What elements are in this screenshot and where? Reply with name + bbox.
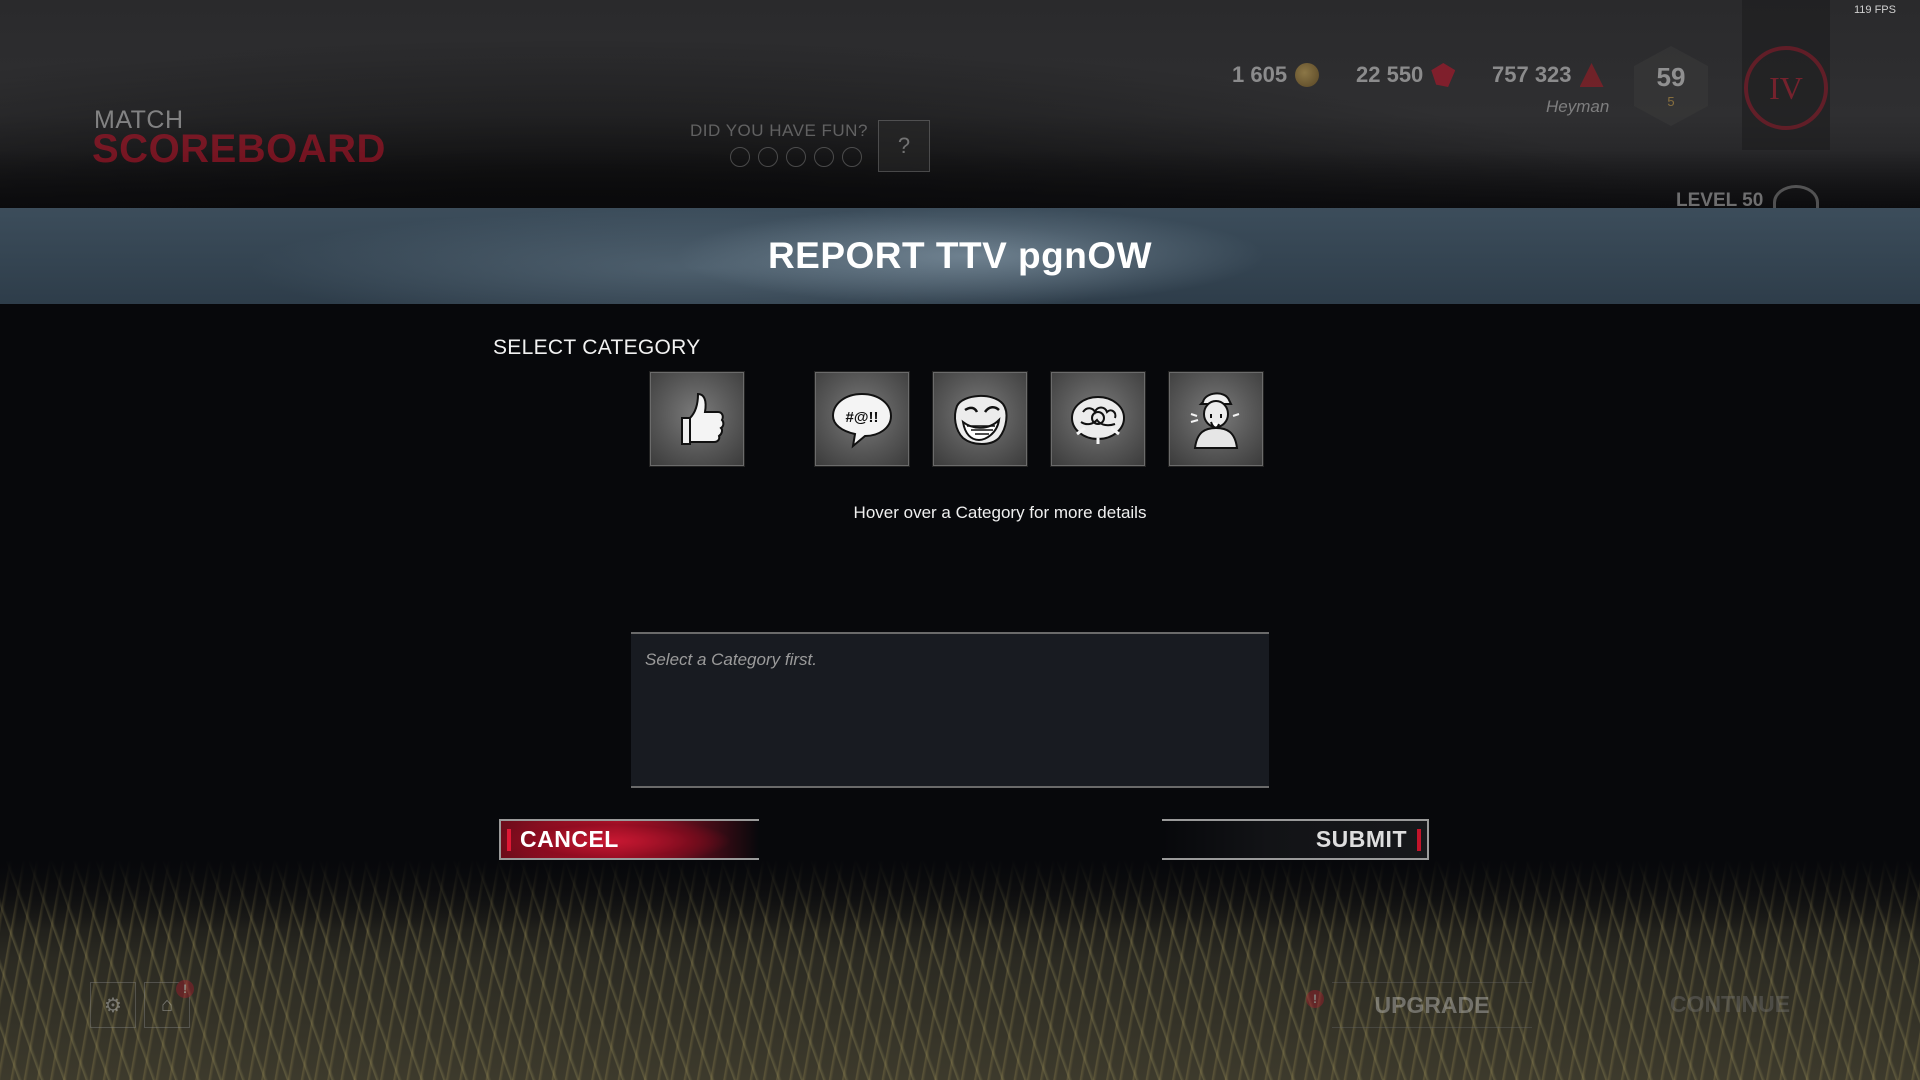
fun-rating-option[interactable] (814, 147, 834, 167)
category-tile-positive[interactable] (649, 371, 745, 467)
fun-question: DID YOU HAVE FUN? (690, 121, 868, 140)
thumbs-up-icon (681, 392, 725, 445)
select-category-label: SELECT CATEGORY (493, 336, 701, 359)
continue-button[interactable]: CONTINUE (1640, 982, 1820, 1026)
scoreboard-label: SCOREBOARD (92, 127, 386, 171)
swearing-speech-bubble-icon: #@!! (831, 392, 893, 449)
fun-rating-option[interactable] (730, 147, 750, 167)
scoreboard-header: MATCH SCOREBOARD DID YOU HAVE FUN? ? 1 6… (0, 0, 1920, 220)
gear-icon: ⚙ (104, 994, 122, 1017)
fun-rating-option[interactable] (842, 147, 862, 167)
player-name: Heyman (1546, 97, 1610, 116)
feedback-button[interactable]: ? (878, 120, 930, 172)
currency-shards: 1 605 (1232, 62, 1320, 88)
currency-auric-cells: 22 550 (1356, 62, 1456, 88)
upgrade-label: UPGRADE (1374, 991, 1490, 1018)
bloodpoints-icon (1579, 63, 1604, 87)
currency-value: 1 605 (1232, 62, 1288, 87)
continue-label: CONTINUE (1669, 990, 1791, 1017)
crying-player-icon (1190, 392, 1240, 449)
rank-emblem-icon: IV (1744, 46, 1828, 130)
scoreboard-footer: ⚙ ⌂ ! ! UPGRADE CONTINUE (0, 960, 1920, 1080)
upgrade-alert-badge: ! (1306, 990, 1324, 1008)
swear-text: #@!! (846, 409, 879, 426)
fun-rating-option[interactable] (786, 147, 806, 167)
currency-value: 22 550 (1356, 62, 1424, 87)
category-tile-cheating[interactable] (1050, 371, 1146, 467)
report-title: REPORT TTV pgnOW (767, 235, 1153, 276)
category-tile-griefing[interactable] (932, 371, 1028, 467)
details-box (631, 632, 1269, 788)
report-title-band: REPORT TTV pgnOW (0, 208, 1920, 304)
category-tile-unsportsmanlike[interactable] (1168, 371, 1264, 467)
question-icon: ? (897, 133, 911, 158)
rank-banner: IV (1742, 0, 1830, 150)
shop-icon: ⌂ (160, 993, 174, 1016)
currency-bloodpoints: 757 323 (1492, 62, 1604, 88)
cancel-label: CANCEL (520, 826, 619, 852)
category-tile-offensive-language[interactable]: #@!! (814, 371, 910, 467)
auric-cell-icon (1431, 63, 1456, 87)
brain-cheat-icon (1071, 396, 1125, 444)
cancel-button[interactable]: CANCEL (499, 819, 759, 860)
prestige-number: 5 (1667, 93, 1675, 109)
player-level-number: 59 (1656, 61, 1686, 92)
troll-face-icon (954, 395, 1008, 445)
submit-label: SUBMIT (1315, 826, 1407, 852)
iridescent-shard-coin-icon (1295, 63, 1320, 87)
category-hint: Hover over a Category for more details (0, 503, 1920, 523)
category-hint-text: Hover over a Category for more details (853, 503, 1147, 522)
submit-button[interactable]: SUBMIT (1162, 819, 1429, 860)
store-alert-badge: ! (176, 980, 194, 998)
report-details-input[interactable] (643, 648, 1261, 776)
settings-button[interactable]: ⚙ (90, 982, 136, 1028)
fun-rating-option[interactable] (758, 147, 778, 167)
upgrade-button[interactable]: UPGRADE (1332, 982, 1532, 1028)
fun-rating[interactable] (730, 147, 862, 167)
player-level-hex: 59 5 (1634, 46, 1708, 126)
currency-value: 757 323 (1492, 62, 1572, 87)
